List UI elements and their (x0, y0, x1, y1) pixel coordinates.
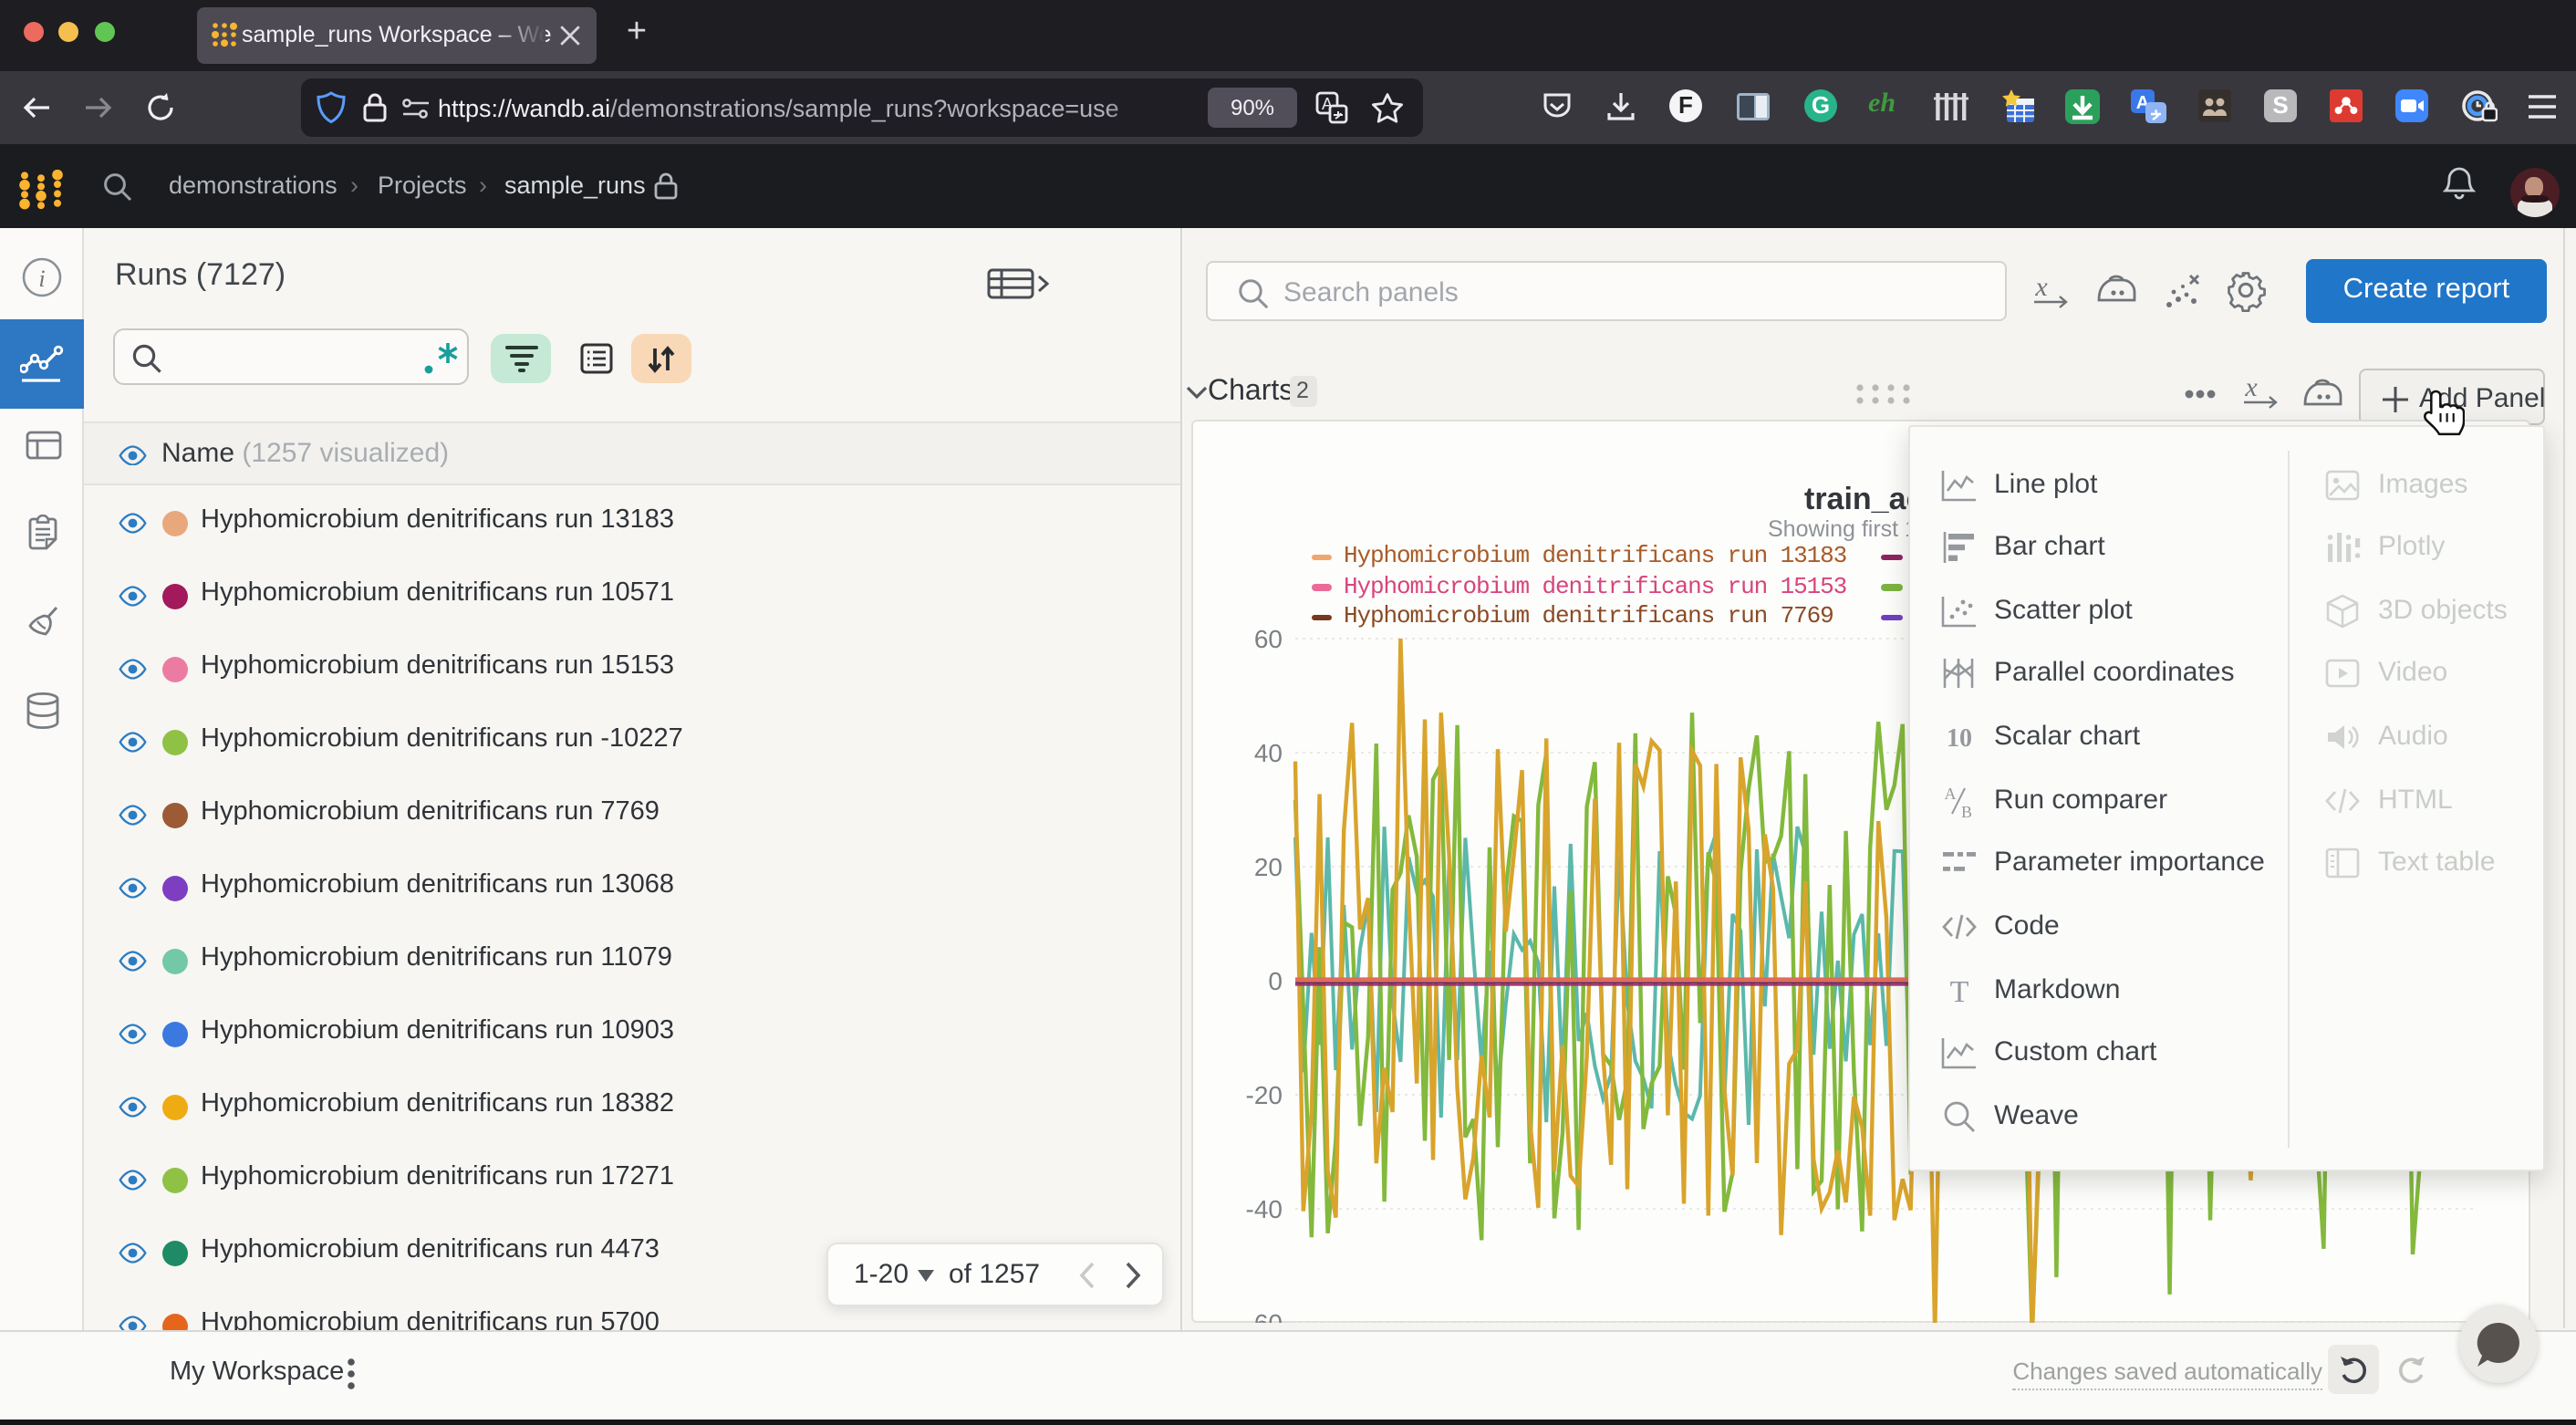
svg-text:0: 0 (1268, 967, 1283, 995)
svg-text:x: x (2033, 274, 2047, 302)
svg-text:60: 60 (1254, 625, 1283, 653)
svg-text:-60: -60 (1246, 1309, 1283, 1323)
svg-text:10: 10 (1946, 724, 1971, 753)
svg-text:B: B (1960, 802, 1971, 818)
svg-text:i: i (38, 265, 45, 291)
svg-text:20: 20 (1254, 853, 1283, 881)
svg-text:x: x (2243, 374, 2257, 402)
svg-text:T: T (1949, 974, 1968, 1008)
svg-text:A: A (1944, 784, 1956, 802)
svg-text:-40: -40 (1246, 1195, 1283, 1223)
svg-text:40: 40 (1254, 739, 1283, 767)
svg-text:-20: -20 (1246, 1081, 1283, 1109)
